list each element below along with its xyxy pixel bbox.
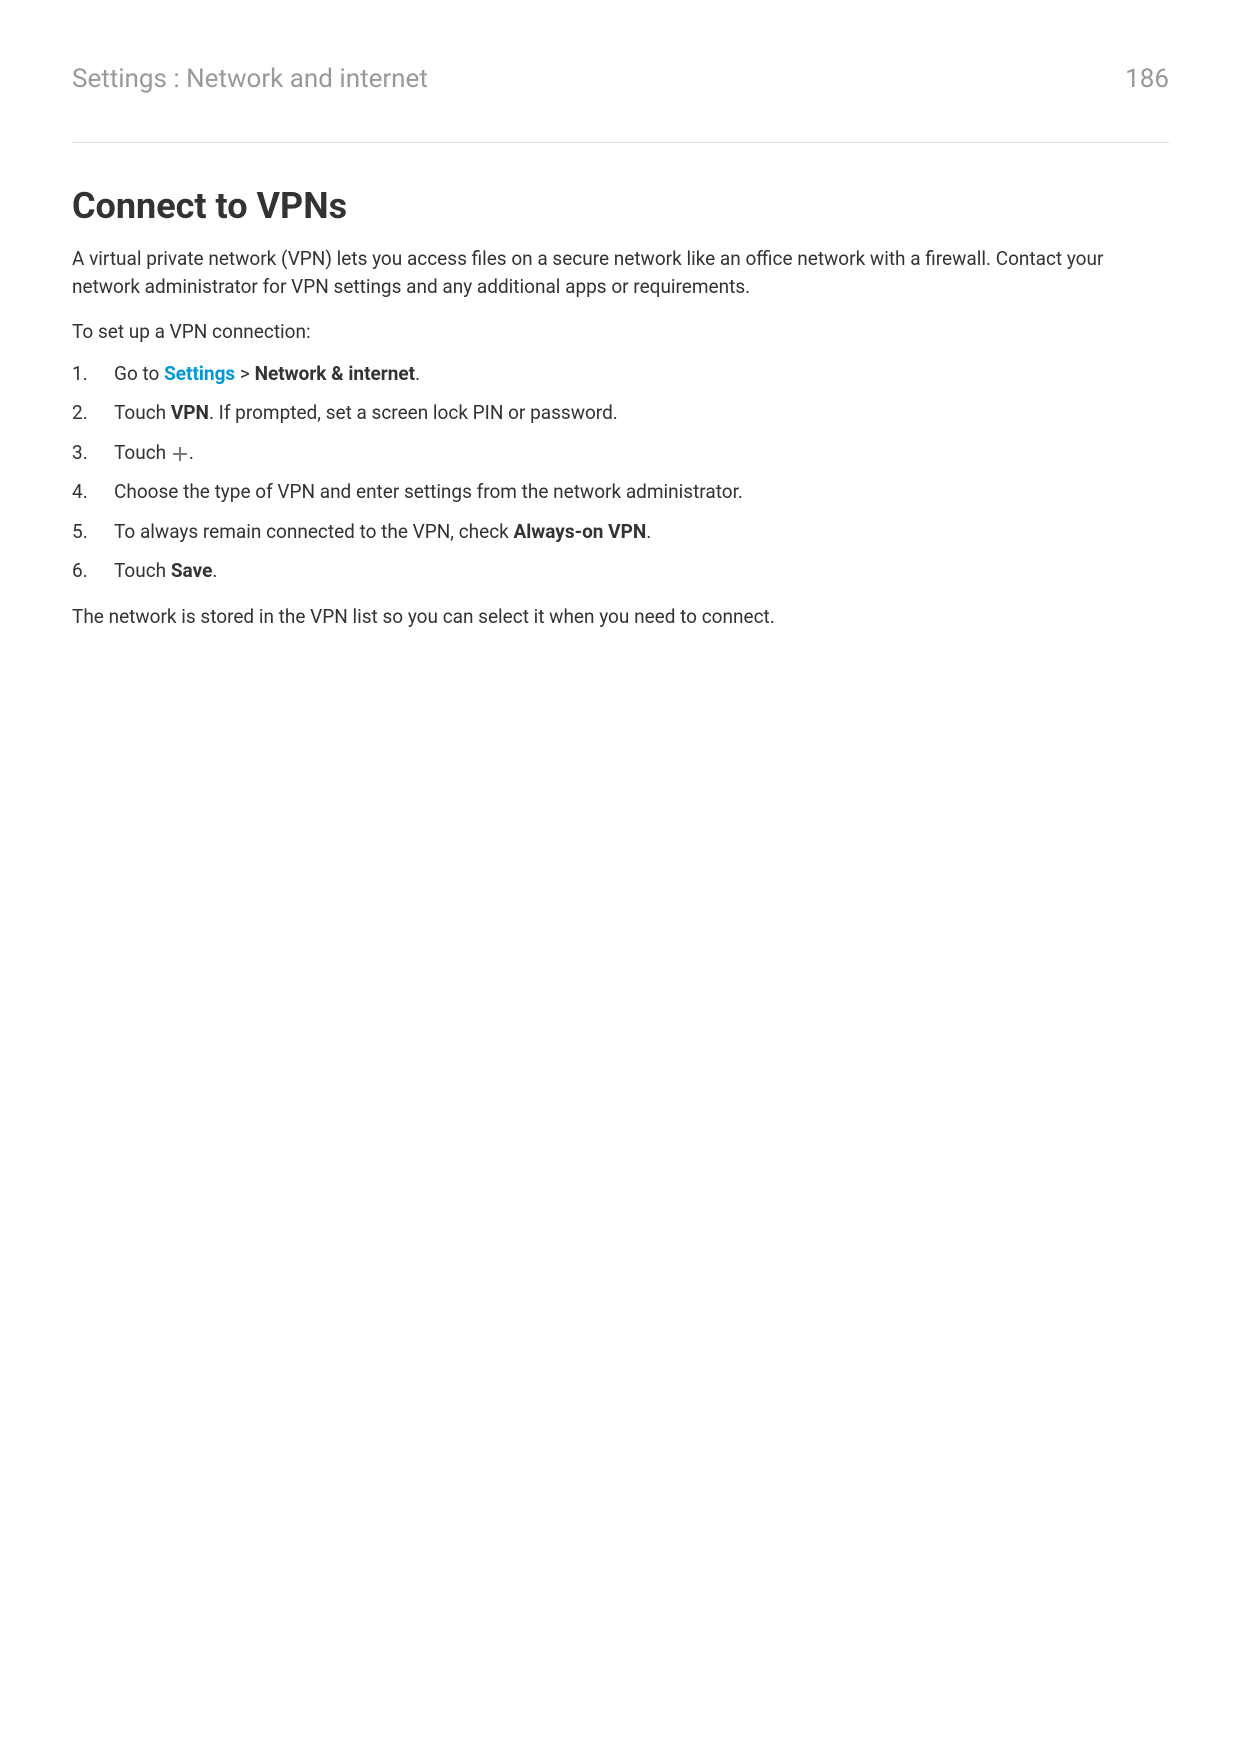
steps-list: Go to Settings > Network & internet. Tou… [72,360,1169,585]
page-title: Connect to VPNs [72,185,1169,227]
step-6: Touch Save. [72,557,1169,585]
plus-icon [172,446,188,462]
step-2-suffix: . If prompted, set a screen lock PIN or … [209,401,618,424]
step-4: Choose the type of VPN and enter setting… [72,478,1169,506]
step-5: To always remain connected to the VPN, c… [72,518,1169,546]
page-number: 186 [1125,64,1169,94]
step-3-suffix: . [189,441,194,464]
step-3-prefix: Touch [114,441,171,464]
step-6-bold: Save [171,559,213,582]
step-5-suffix: . [646,520,651,543]
outro-paragraph: The network is stored in the VPN list so… [72,603,1169,631]
settings-link[interactable]: Settings [164,362,235,385]
step-1-suffix: . [415,362,420,385]
step-1-prefix: Go to [114,362,164,385]
step-3: Touch . [72,439,1169,467]
breadcrumb: Settings : Network and internet [72,64,428,94]
intro-paragraph: A virtual private network (VPN) lets you… [72,245,1169,300]
step-1-sep: > [235,362,254,385]
instructions-lead: To set up a VPN connection: [72,318,1169,346]
page-header: Settings : Network and internet 186 [72,64,1169,94]
step-6-suffix: . [212,559,217,582]
step-6-prefix: Touch [114,559,171,582]
step-2-prefix: Touch [114,401,171,424]
header-divider [72,142,1169,143]
step-2-bold: VPN [171,401,209,424]
step-1: Go to Settings > Network & internet. [72,360,1169,388]
step-5-bold: Always-on VPN [513,520,646,543]
step-1-bold: Network & internet [255,362,416,385]
step-2: Touch VPN. If prompted, set a screen loc… [72,399,1169,427]
step-5-prefix: To always remain connected to the VPN, c… [114,520,513,543]
